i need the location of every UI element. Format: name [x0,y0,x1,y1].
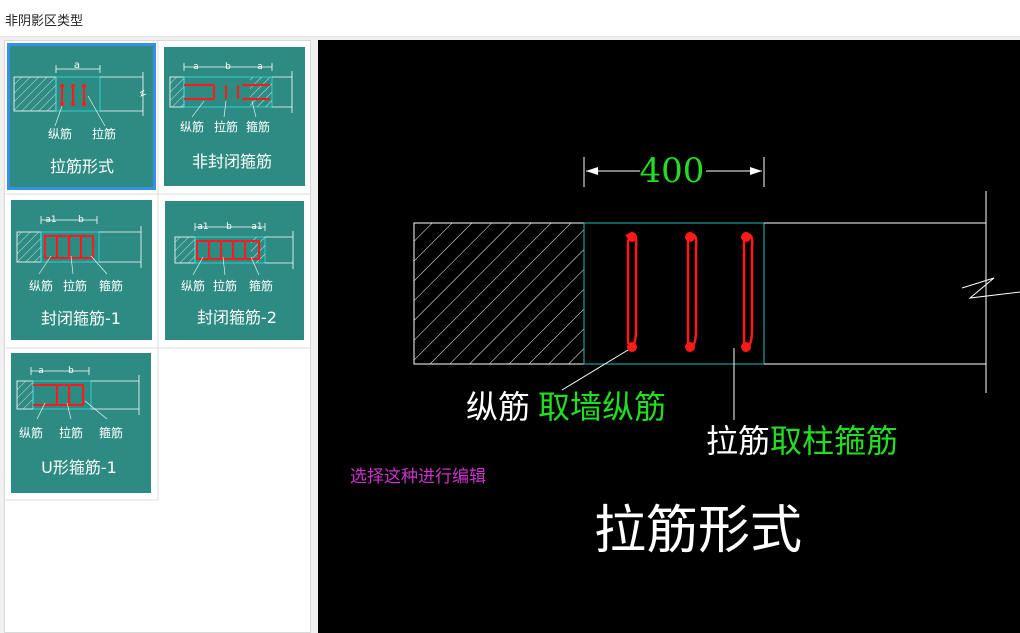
svg-text:拉筋取柱箍筋: 拉筋取柱箍筋 [706,422,898,460]
thumb-u-stirrup-1[interactable]: a b 纵筋 拉筋 箍筋 U形箍筋-1 [11,353,151,493]
dim-label: a1 [197,222,208,232]
legend-stirrup: 箍筋 [246,119,270,134]
preview-canvas: 400 纵筋 取墙纵筋 拉筋取柱箍筋 选择这种进行编辑 拉筋形式 [318,40,1020,633]
dim-label: b [226,222,232,232]
thumb-tie-bar-type-drawing: a 纵筋 拉筋 拉筋形式 [10,46,153,187]
edit-hint: 选择这种进行编辑 [350,467,486,487]
label-longitudinal: 纵筋 [466,388,530,426]
thumb-label: 拉筋形式 [50,157,114,176]
thumb-closed-stirrup-1[interactable]: a1 b 纵筋 拉筋 箍筋 封闭箍筋-1 [11,200,152,340]
thumb-closed-stirrup-2-drawing: a1 b a1 纵筋 拉筋 箍筋 封闭箍筋-2 [165,201,304,340]
dim-label: a [193,62,199,72]
thumb-tie-bar-type[interactable]: a 纵筋 拉筋 拉筋形式 [7,43,156,190]
dimension-value: 400 [640,151,705,191]
thumb-closed-stirrup-1-drawing: a1 b 纵筋 拉筋 箍筋 封闭箍筋-1 [11,200,152,340]
title-bar: 非阴影区类型 [0,0,1020,37]
legend-longitudinal: 纵筋 [48,126,72,141]
thumb-label: 封闭箍筋-1 [41,309,121,328]
thumb-open-stirrup[interactable]: a b a 纵筋 拉筋 箍筋 非封闭箍筋 [164,47,305,186]
legend-tie: 拉筋 [214,119,238,134]
legend-stirrup: 箍筋 [249,278,273,293]
dim-label: a [74,60,80,71]
dim-label: b [225,62,231,72]
thumb-label: 封闭箍筋-2 [197,308,277,327]
dim-label: a1 [251,222,262,232]
label-tie: 拉筋 [706,422,770,460]
dim-label: a [38,366,44,376]
non-shadow-zone [583,222,765,365]
dimension-line: 400 [583,151,765,191]
label-longitudinal-source: 取墙纵筋 [538,388,666,426]
thumb-label: U形箍筋-1 [41,458,117,477]
legend-longitudinal: 纵筋 [180,119,204,134]
legend-tie: 拉筋 [92,126,116,141]
dim-label: a1 [45,215,56,225]
dim-label: b [78,215,84,225]
legend-stirrup: 箍筋 [99,278,123,293]
preview-drawing: 400 纵筋 取墙纵筋 拉筋取柱箍筋 选择这种进行编辑 拉筋形式 [350,151,1020,561]
thumb-label: 非封闭箍筋 [192,152,272,171]
window-title: 非阴影区类型 [5,14,84,29]
legend-tie: 拉筋 [213,278,237,293]
hatched-wall-zone [413,222,585,365]
tie-bars [625,233,754,350]
dim-label: b [68,366,74,376]
preview-title: 拉筋形式 [594,501,802,561]
legend-longitudinal: 纵筋 [19,425,43,440]
thumb-u-stirrup-1-drawing: a b 纵筋 拉筋 箍筋 U形箍筋-1 [11,353,151,493]
legend-tie: 拉筋 [63,278,87,293]
svg-text:纵筋取墙纵筋: 纵筋 取墙纵筋 [466,388,666,426]
thumb-open-stirrup-drawing: a b a 纵筋 拉筋 箍筋 非封闭箍筋 [164,47,305,186]
thumb-closed-stirrup-2[interactable]: a1 b a1 纵筋 拉筋 箍筋 封闭箍筋-2 [165,201,304,340]
legend-longitudinal: 纵筋 [29,278,53,293]
legend-stirrup: 箍筋 [99,425,123,440]
legend-tie: 拉筋 [59,425,83,440]
label-tie-source: 取柱箍筋 [770,422,898,460]
legend-longitudinal: 纵筋 [181,278,205,293]
dim-label: a [257,62,263,72]
